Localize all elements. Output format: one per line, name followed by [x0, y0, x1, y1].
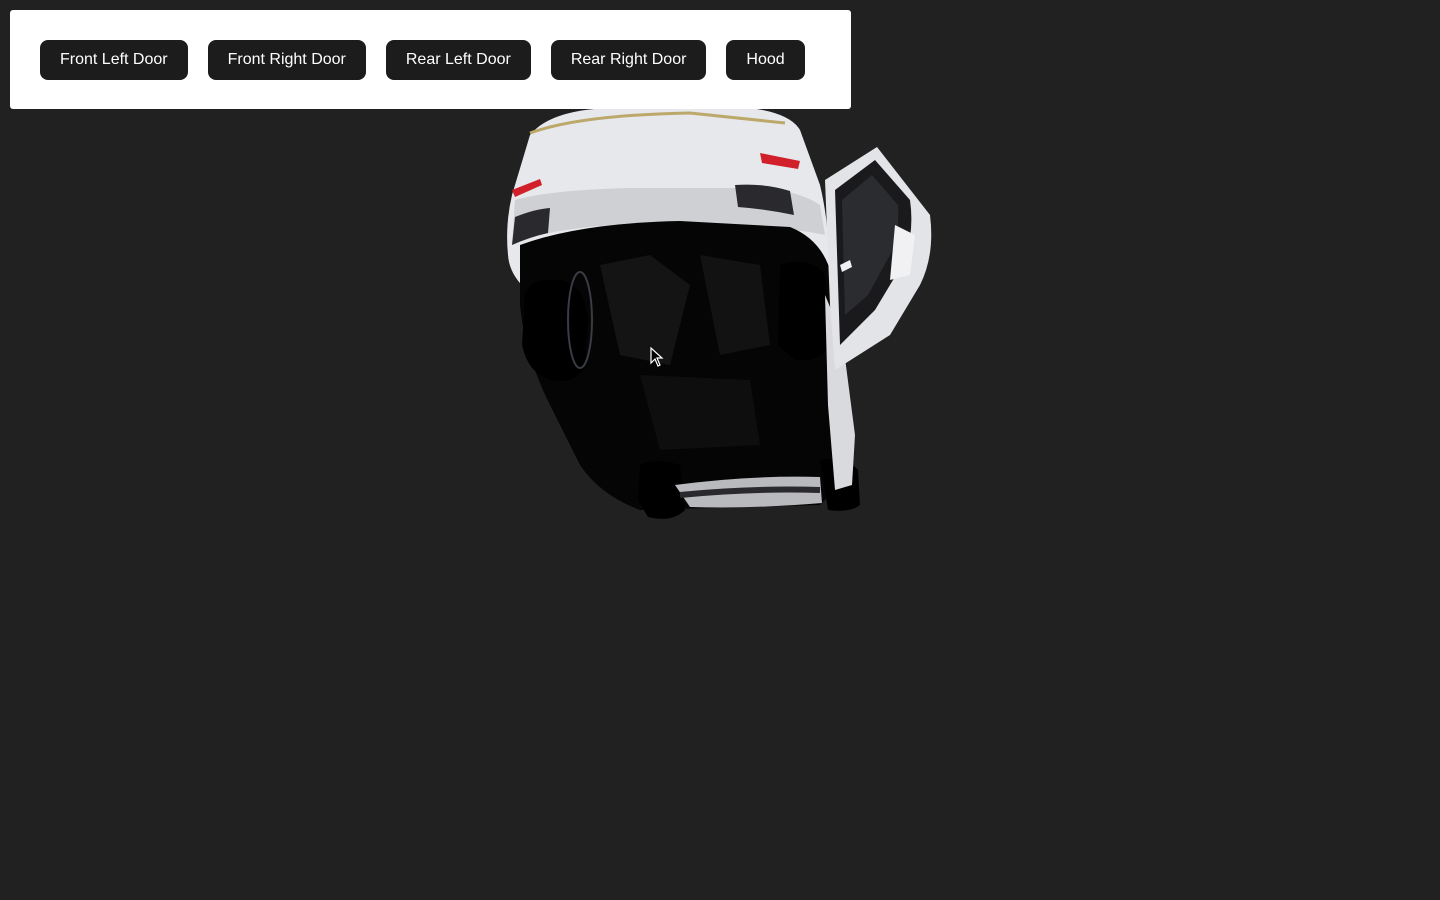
car-model-3d[interactable]: [490, 105, 950, 530]
hood-button[interactable]: Hood: [726, 39, 805, 80]
door-controls-panel: Front Left Door Front Right Door Rear Le…: [10, 10, 851, 109]
front-left-door-button[interactable]: Front Left Door: [40, 39, 188, 80]
front-right-door-button[interactable]: Front Right Door: [207, 39, 366, 80]
wheel-rear-left: [522, 279, 588, 381]
wheel-front-left: [638, 461, 685, 519]
mouse-cursor-icon: [650, 347, 664, 367]
rear-left-door-button[interactable]: Rear Left Door: [385, 39, 531, 80]
rear-right-door-button[interactable]: Rear Right Door: [550, 39, 707, 80]
wheel-rear-right: [778, 261, 830, 361]
3d-viewport[interactable]: Front Left Door Front Right Door Rear Le…: [0, 0, 1440, 900]
